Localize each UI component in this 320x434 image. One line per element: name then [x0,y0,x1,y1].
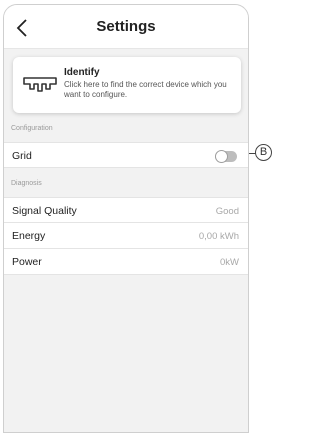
callout-marker: B [255,144,272,161]
device-icon [22,71,58,97]
power-row: Power 0kW [4,249,248,275]
section-label-configuration: Configuration [11,125,53,132]
energy-row: Energy 0,00 kWh [4,223,248,249]
identify-description: Click here to find the correct device wh… [64,80,227,99]
identify-title: Identify [64,67,100,78]
top-bar: Settings [4,5,248,49]
energy-label: Energy [12,230,46,242]
signal-quality-value: Good [215,206,239,217]
signal-quality-label: Signal Quality [12,205,77,217]
energy-value: 0,00 kWh [198,231,239,242]
power-value: 0kW [220,257,239,268]
toggle-knob [215,150,228,163]
page-title: Settings [96,18,156,35]
section-label-diagnosis: Diagnosis [11,180,42,187]
settings-screen: Settings Identify Click here to find the… [3,4,249,433]
identify-card[interactable]: Identify Click here to find the correct … [13,57,241,113]
power-label: Power [12,256,42,268]
grid-label: Grid [12,150,32,162]
grid-row[interactable]: Grid [4,142,248,168]
signal-quality-row: Signal Quality Good [4,197,248,223]
grid-toggle[interactable] [215,150,237,163]
